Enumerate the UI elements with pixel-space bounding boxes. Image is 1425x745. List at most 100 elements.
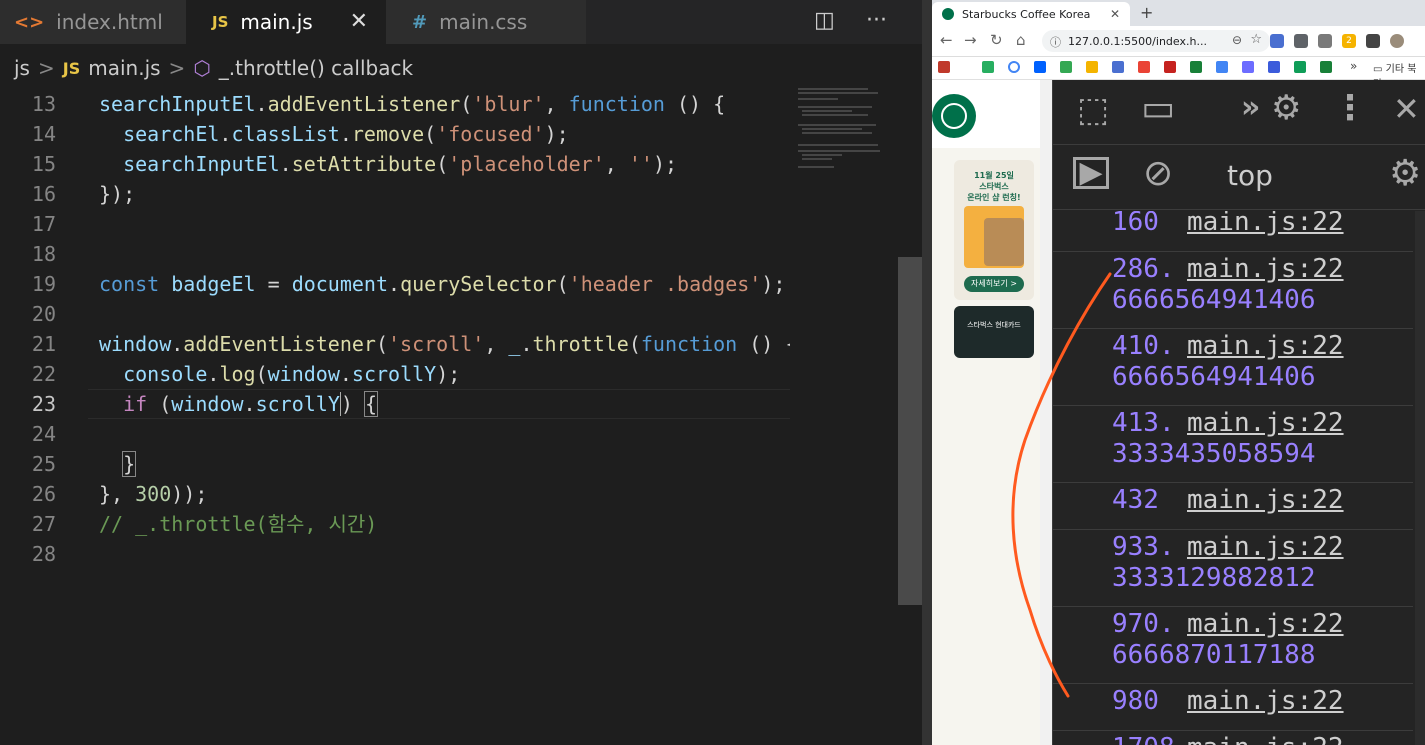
- product-image: [984, 218, 1024, 266]
- dropbox-bookmark-icon[interactable]: [1034, 61, 1046, 73]
- split-editor-icon[interactable]: ◫: [814, 8, 835, 33]
- code-line: searchInputEl.setAttribute('placeholder'…: [123, 152, 678, 176]
- window-splitter[interactable]: [922, 0, 932, 745]
- bookmark-icon[interactable]: [1242, 61, 1254, 73]
- console-toolbar: ▶ ⊘ top ⚙: [1053, 145, 1425, 210]
- line-number: 20: [31, 302, 56, 326]
- log-value-continued: 6666564941406: [1112, 362, 1316, 392]
- new-tab-icon[interactable]: +: [1140, 3, 1153, 22]
- log-value-continued: 6666870117188: [1112, 640, 1316, 670]
- starbucks-logo[interactable]: [932, 94, 976, 138]
- bookmark-icon[interactable]: [1294, 61, 1306, 73]
- more-tabs-icon[interactable]: »: [1241, 90, 1260, 125]
- notification-extension-icon[interactable]: 2: [1342, 34, 1356, 48]
- scrollbar-thumb[interactable]: [898, 257, 922, 605]
- tab-main-css[interactable]: # main.css: [386, 0, 586, 44]
- breadcrumb-symbol[interactable]: _.throttle() callback: [219, 56, 413, 80]
- editor-scrollbar[interactable]: [898, 84, 922, 745]
- bookmarks-more-icon[interactable]: »: [1350, 59, 1357, 73]
- bookmark-icon[interactable]: [1320, 61, 1332, 73]
- log-source-link[interactable]: main.js:22: [1187, 211, 1344, 237]
- symbol-method-icon: ⬡: [193, 56, 211, 80]
- google-bookmark-icon[interactable]: [1008, 61, 1020, 73]
- close-tab-icon[interactable]: ✕: [1110, 7, 1120, 21]
- more-actions-icon[interactable]: ···: [866, 8, 887, 33]
- kebab-menu-icon[interactable]: ⋮: [1333, 88, 1367, 128]
- code-line: const badgeEl = document.querySelector('…: [99, 272, 786, 296]
- translate-extension-icon[interactable]: [1270, 34, 1284, 48]
- log-source-link[interactable]: main.js:22: [1187, 609, 1344, 639]
- back-icon[interactable]: ←: [940, 31, 953, 49]
- console-scrollbar[interactable]: [1415, 211, 1425, 745]
- breadcrumb-folder[interactable]: js: [14, 56, 30, 80]
- drive-bookmark-icon[interactable]: [1060, 61, 1072, 73]
- js-file-icon: JS: [212, 13, 229, 31]
- promo-detail-button[interactable]: 자세히보기 >: [964, 276, 1024, 292]
- minimap[interactable]: [790, 84, 898, 745]
- clear-console-icon[interactable]: ⊘: [1143, 153, 1173, 194]
- log-source-link[interactable]: main.js:22: [1187, 733, 1344, 745]
- log-source-link[interactable]: main.js:22: [1187, 686, 1344, 716]
- log-source-link[interactable]: main.js:22: [1187, 254, 1344, 284]
- tab-main-js[interactable]: JS main.js ✕: [186, 0, 386, 44]
- gmail-bookmark-icon[interactable]: [1138, 61, 1150, 73]
- js-file-icon: JS: [62, 58, 81, 78]
- device-toolbar-icon[interactable]: ▭: [1141, 88, 1175, 129]
- context-selector[interactable]: top: [1227, 159, 1273, 192]
- sheets-bookmark-icon[interactable]: [1190, 61, 1202, 73]
- bookmark-icon[interactable]: [1086, 61, 1098, 73]
- line-number: 15: [31, 152, 56, 176]
- log-value: 980: [1112, 686, 1159, 716]
- bookmark-icon[interactable]: [938, 61, 950, 73]
- card-label: 스타벅스 현대카드: [967, 321, 1021, 329]
- code-area[interactable]: 13 searchInputEl.addEventListener('blur',…: [0, 89, 798, 569]
- browser-tab[interactable]: Starbucks Coffee Korea ✕: [932, 2, 1130, 26]
- line-number: 17: [31, 212, 56, 236]
- forward-icon[interactable]: →: [964, 31, 977, 49]
- address-bar[interactable]: ⓘ 127.0.0.1:5500/index.h... ⊖ ☆: [1042, 30, 1270, 52]
- show-sidebar-icon[interactable]: ▶: [1073, 157, 1109, 189]
- console-settings-gear-icon[interactable]: ⚙: [1389, 153, 1421, 194]
- log-source-link[interactable]: main.js:22: [1187, 331, 1344, 361]
- extensions-puzzle-icon[interactable]: [1366, 34, 1380, 48]
- console-log: 160 main.js:22 286. main.js:22 666656494…: [1053, 211, 1425, 745]
- close-tab-icon[interactable]: ✕: [350, 9, 368, 34]
- log-value-continued: 3333435058594: [1112, 439, 1316, 469]
- browser-tab-strip: Starbucks Coffee Korea ✕ +: [932, 0, 1425, 26]
- bookmark-icon[interactable]: [1112, 61, 1124, 73]
- gmail-bookmark-icon[interactable]: [1164, 61, 1176, 73]
- line-number: 23: [31, 392, 56, 416]
- console-message: 160 main.js:22: [1053, 211, 1413, 252]
- log-value-continued: 6666564941406: [1112, 285, 1316, 315]
- settings-gear-icon[interactable]: ⚙: [1271, 88, 1301, 128]
- camera-extension-icon[interactable]: [1318, 34, 1332, 48]
- card-banner[interactable]: 스타벅스 현대카드: [954, 306, 1034, 358]
- close-devtools-icon[interactable]: ✕: [1393, 90, 1420, 128]
- log-source-link[interactable]: main.js:22: [1187, 485, 1344, 515]
- log-value: 1708: [1112, 733, 1175, 745]
- line-number: 26: [31, 482, 56, 506]
- page-scrollbar[interactable]: [1040, 80, 1052, 745]
- tab-index-html[interactable]: <> index.html: [0, 0, 186, 44]
- bookmark-icon[interactable]: [982, 61, 994, 73]
- bookmark-icon[interactable]: [1268, 61, 1280, 73]
- bookmark-star-icon[interactable]: ☆: [1250, 32, 1262, 47]
- log-value: 933.: [1112, 532, 1175, 562]
- breadcrumb: js > JS main.js > ⬡ _.throttle() callbac…: [0, 52, 930, 84]
- log-source-link[interactable]: main.js:22: [1187, 408, 1344, 438]
- docs-bookmark-icon[interactable]: [1216, 61, 1228, 73]
- line-number: 28: [31, 542, 56, 566]
- zoom-icon[interactable]: ⊖: [1232, 33, 1242, 47]
- log-value: 413.: [1112, 408, 1175, 438]
- code-editor: <> index.html JS main.js ✕ # main.css ◫ …: [0, 0, 930, 745]
- home-icon[interactable]: ⌂: [1016, 31, 1026, 49]
- log-source-link[interactable]: main.js:22: [1187, 532, 1344, 562]
- eyedropper-extension-icon[interactable]: [1294, 34, 1308, 48]
- avatar[interactable]: [1390, 34, 1404, 48]
- reload-icon[interactable]: ↻: [990, 31, 1003, 49]
- inspect-element-icon[interactable]: ⬚: [1077, 90, 1109, 130]
- console-message: 286. main.js:22 6666564941406: [1053, 252, 1413, 329]
- tab-label: main.js: [240, 10, 313, 34]
- breadcrumb-file[interactable]: main.js: [88, 56, 160, 80]
- promo-banner[interactable]: 11월 25일 스타벅스 온라인 샵 런칭! 자세히보기 >: [954, 160, 1034, 300]
